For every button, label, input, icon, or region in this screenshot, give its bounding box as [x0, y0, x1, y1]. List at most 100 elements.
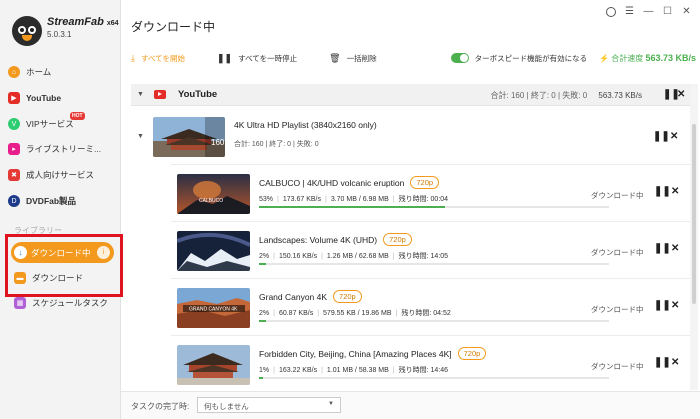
remaining-label: 残り時間:	[398, 196, 429, 203]
close-group-button[interactable]: ✕	[677, 89, 685, 100]
remaining-label: 残り時間:	[398, 367, 429, 374]
remaining-label: 残り時間:	[398, 253, 429, 260]
pause-button[interactable]: ❚❚	[654, 357, 671, 368]
group-total: 合計: 160	[490, 91, 525, 100]
playlist-title: 4K Ultra HD Playlist (3840x2160 only)	[234, 120, 377, 130]
sidebar-item-adult[interactable]: ✖ 成人向けサービス	[8, 165, 116, 185]
highlight-annotation-box	[5, 234, 123, 297]
percent: 1%	[259, 367, 270, 374]
trash-icon: 🗑	[329, 52, 341, 63]
playlist-total: 合計: 160	[234, 141, 264, 148]
size: 1.26 MB / 62.68 MB	[326, 253, 389, 260]
youtube-group-header[interactable]: ▼ YouTube 合計: 160 | 終了: 0 | 失敗: 0 563.73…	[131, 84, 690, 106]
group-title: YouTube	[177, 89, 218, 100]
pause-playlist-button[interactable]: ❚❚	[653, 131, 670, 142]
download-row[interactable]: GRAND CANYON 4K Grand Canyon 4K 720p 2% |…	[171, 278, 690, 335]
sidebar-item-label: DVDFab製品	[26, 196, 77, 206]
remaining-time: 04:52	[433, 310, 451, 317]
percent: 53%	[259, 196, 274, 203]
playlist-item[interactable]: ▼ 160 4K Ultra HD Playlist (3840x2160 on…	[131, 108, 690, 164]
schedule-icon: ▦	[14, 297, 26, 309]
download-row[interactable]: Forbidden City, Beijing, China [Amazing …	[171, 335, 690, 392]
sidebar-item-label: VIPサービス	[26, 119, 74, 129]
home-icon: ⌂	[8, 66, 20, 78]
playlist-thumbnail: 160	[153, 117, 225, 157]
close-playlist-button[interactable]: ✕	[670, 131, 678, 142]
video-title: Landscapes: Volume 4K (UHD) 720p	[259, 233, 412, 246]
pause-icon: ❚❚	[217, 52, 233, 63]
total-speed: ⚡ 合計速度 563.73 KB/s	[599, 53, 696, 64]
quality-badge: 720p	[410, 176, 440, 189]
remaining-label: 残り時間:	[401, 310, 432, 317]
collapse-caret-icon[interactable]: ▼	[137, 91, 144, 98]
speed: 60.87 KB/s	[278, 310, 314, 317]
theme-icon[interactable]	[606, 6, 616, 17]
adult-service-icon: ✖	[8, 169, 20, 181]
group-finished: 終了: 0	[530, 91, 556, 100]
download-row[interactable]: CALBUCO CALBUCO | 4K/UHD volcanic erupti…	[171, 164, 690, 221]
toolbar: ⤓ すべてを開始 ❚❚ すべてを一時停止 🗑 一括削除 ターボスピード機能が有効…	[131, 49, 697, 67]
close-button[interactable]: ✕	[671, 243, 679, 254]
playlist-stats: 合計: 160 | 終了: 0 | 失敗: 0	[234, 141, 319, 148]
close-button[interactable]: ✕	[671, 300, 679, 311]
progress-fill	[259, 320, 266, 322]
task-complete-label: タスクの完了時:	[131, 402, 190, 411]
percent: 2%	[259, 310, 270, 317]
pause-button[interactable]: ❚❚	[654, 186, 671, 197]
sidebar-item-home[interactable]: ⌂ ホーム	[8, 62, 116, 82]
quality-badge: 720p	[383, 233, 412, 246]
status-label: ダウンロード中	[591, 305, 644, 314]
progress-bar	[259, 377, 609, 379]
size: 3.70 MB / 6.98 MB	[330, 196, 389, 203]
percent: 2%	[259, 253, 270, 260]
sidebar-item-label: YouTube	[26, 93, 62, 103]
video-thumbnail: CALBUCO	[177, 174, 250, 214]
delete-all-button[interactable]: 🗑 一括削除	[329, 53, 376, 64]
sidebar-item-youtube[interactable]: ▶ YouTube	[8, 88, 116, 108]
pause-all-button[interactable]: ❚❚ すべてを一時停止	[217, 53, 297, 64]
page-title: ダウンロード中	[131, 20, 216, 34]
hot-badge: HOT	[70, 112, 85, 120]
scrollbar-thumb[interactable]	[692, 124, 696, 304]
playlist-count-badge: 160	[211, 138, 225, 147]
toggle-switch[interactable]	[450, 53, 469, 63]
total-speed-value: 563.73 KB/s	[645, 52, 697, 63]
delete-all-label: 一括削除	[346, 53, 377, 63]
quality-badge: 720p	[333, 290, 362, 303]
video-thumbnail: GRAND CANYON 4K	[177, 288, 250, 328]
live-stream-icon: ▸	[8, 143, 20, 155]
sidebar-item-vip[interactable]: V VIPサービス HOT	[8, 112, 116, 134]
footer: タスクの完了時: 何もしません ▼	[121, 391, 700, 419]
sidebar-item-dvdfab[interactable]: D DVDFab製品	[8, 191, 116, 211]
group-stats: 合計: 160 | 終了: 0 | 失敗: 0 563.73 KB/s	[490, 91, 643, 100]
start-all-button[interactable]: ⤓ すべてを開始	[131, 53, 185, 64]
task-complete-select[interactable]: 何もしません ▼	[197, 397, 341, 413]
playlist-finished: 終了: 0	[269, 141, 292, 148]
lightning-icon: ⚡	[599, 53, 610, 63]
pause-all-label: すべてを一時停止	[238, 53, 298, 63]
collapse-caret-icon[interactable]: ▼	[137, 133, 144, 140]
streamfab-logo	[10, 14, 44, 48]
scrollbar[interactable]	[690, 84, 698, 390]
close-button[interactable]: ✕	[671, 357, 679, 368]
total-speed-label: 合計速度	[611, 53, 644, 63]
pause-button[interactable]: ❚❚	[654, 300, 671, 311]
thumbnail-text: GRAND CANYON 4K	[189, 307, 238, 313]
menu-icon[interactable]: ☰	[624, 6, 635, 17]
video-title-text: Grand Canyon 4K	[259, 291, 328, 302]
video-thumbnail	[177, 345, 250, 385]
sidebar-item-live-streaming[interactable]: ▸ ライブストリーミ...	[8, 139, 116, 159]
download-row[interactable]: Landscapes: Volume 4K (UHD) 720p 2% | 150.…	[171, 221, 690, 278]
turbo-speed-toggle[interactable]: ターボスピード機能が有効になる	[450, 53, 587, 64]
maximize-icon[interactable]: ☐	[662, 6, 673, 17]
pause-button[interactable]: ❚❚	[654, 243, 671, 254]
dvdfab-icon: D	[8, 195, 20, 207]
speed: 173.67 KB/s	[282, 196, 321, 203]
minimize-icon[interactable]: —	[643, 6, 654, 17]
status-label: ダウンロード中	[591, 248, 644, 257]
size: 1.01 MB / 58.38 MB	[326, 367, 389, 374]
close-icon[interactable]: ✕	[681, 6, 692, 17]
close-button[interactable]: ✕	[671, 186, 679, 197]
chevron-down-icon: ▼	[328, 401, 334, 407]
progress-bar	[259, 320, 609, 322]
